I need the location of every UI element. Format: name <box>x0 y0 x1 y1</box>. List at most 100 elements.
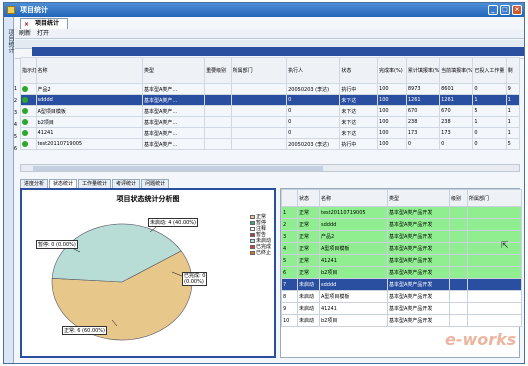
table-row[interactable]: A型项目模板 基本型A类产… 0 未下达 100 670 670 5 1 <box>20 105 521 117</box>
table-header-row: 指示灯 名称 类型 重要级别 所属部门 执行人 状态 完成率(%) 累计填报率(… <box>20 57 521 84</box>
tab-project-stats[interactable]: × 项目统计 <box>20 18 69 29</box>
table-row[interactable]: 6 正常 b2项目 基本型A类产品开发 <box>281 266 522 279</box>
cell-rest: 1 <box>505 127 521 139</box>
sidebar: 项目统计 <box>4 17 15 363</box>
col-header[interactable]: 所属部门 <box>467 189 522 207</box>
col-header[interactable]: 执行人 <box>286 57 341 84</box>
table-row[interactable]: 1 正常 test20110719005 基本型A类产品开发 <box>281 206 522 219</box>
minimize-button[interactable]: _ <box>488 5 498 15</box>
cell-status: 正常 <box>297 230 320 243</box>
cell-level <box>449 278 468 291</box>
mouse-cursor-icon: ⇱ <box>501 241 509 251</box>
cell-name: b2项目 <box>319 266 388 279</box>
table-row[interactable]: 9 未启动 41241 基本型A类产品开发 <box>281 302 522 315</box>
col-header[interactable]: 重要级别 <box>204 57 232 84</box>
cell-executor: 0 <box>286 105 341 117</box>
row-number: 3 <box>13 110 18 116</box>
refresh-button[interactable]: 刷新 <box>19 30 31 37</box>
status-light-icon <box>22 107 28 114</box>
legend-swatch <box>250 250 255 255</box>
maximize-button[interactable]: □ <box>500 5 510 15</box>
table-row[interactable]: 10 未启动 b2项目 基本型A类产品开发 <box>281 314 522 327</box>
row-number: 4 <box>13 122 18 128</box>
cell-status: 正常 <box>297 266 320 279</box>
cell-status: 执行中 <box>339 83 379 95</box>
legend-label: 已终止 <box>256 250 272 256</box>
table-row[interactable]: sdddd 基本型A类产… 0 未下达 100 1261 1261 1 1 <box>20 94 521 106</box>
col-header[interactable]: 所属部门 <box>230 57 288 84</box>
cell-type: 基本型A类产品开发 <box>387 218 450 231</box>
cell-invest: 5 <box>472 105 507 117</box>
tab-progress[interactable]: 进度分析 <box>20 179 49 188</box>
scrollbar-thumb[interactable] <box>33 166 323 171</box>
cell-status: 未下达 <box>339 116 379 128</box>
table-row[interactable]: 3 正常 产品2 基本型A类产品开发 <box>281 230 522 243</box>
cell-rest: 5 <box>505 138 521 150</box>
cell-status: 未下达 <box>339 127 379 139</box>
cell-complete: 100 <box>377 116 407 128</box>
table-row[interactable]: 7 未启动 sdddd 基本型A类产品开发 <box>281 278 522 291</box>
cell-cum: 0 <box>405 138 441 150</box>
open-button[interactable]: 打开 <box>37 30 49 37</box>
cell-executor: 0 <box>286 94 341 106</box>
cell-invest: 1 <box>472 116 507 128</box>
cell-num: 10 <box>281 314 298 327</box>
tab-evaluation[interactable]: 考评统计 <box>112 179 141 188</box>
col-header[interactable]: 剩 <box>505 57 521 84</box>
cell-level <box>449 314 468 327</box>
label-done: 已完成: 0 (0.00%) <box>182 272 208 286</box>
close-button[interactable]: × <box>512 5 522 15</box>
cell-name: b2项目 <box>319 314 388 327</box>
table-row[interactable]: 8 未启动 A型项目模板 基本型A类产品开发 <box>281 290 522 303</box>
col-header[interactable]: 当前填报率(%) <box>439 57 474 84</box>
table-row[interactable]: test20110719005 基本型A类产… 20050203 (李达) 执行中 10… <box>20 138 521 150</box>
tab-issues[interactable]: 问题统计 <box>141 179 170 188</box>
col-header[interactable]: 类型 <box>387 189 450 207</box>
label-paused: 暂停: 0 (0.00%) <box>36 240 78 249</box>
cell-num: 2 <box>281 218 298 231</box>
col-header[interactable]: 名称 <box>319 189 388 207</box>
col-header[interactable]: 累计填报率(%) <box>405 57 441 84</box>
cell-name: A型项目模板 <box>319 242 388 255</box>
sidebar-label[interactable]: 项目统计 <box>6 29 15 53</box>
cell-executor: 0 <box>286 127 341 139</box>
cell-num: 6 <box>281 266 298 279</box>
cell-dept <box>467 242 522 255</box>
table-row[interactable]: 41241 基本型A类产… 0 未下达 100 173 173 0 1 <box>20 127 521 139</box>
cell-type: 基本型A类产… <box>141 94 206 106</box>
row-number: 5 <box>13 134 18 140</box>
table-row[interactable]: 2 正常 sdddd 基本型A类产品开发 <box>281 218 522 231</box>
horizontal-scrollbar[interactable] <box>20 164 520 172</box>
table-row[interactable]: 5 正常 41241 基本型A类产品开发 <box>281 254 522 267</box>
tab-label: 项目统计 <box>35 20 60 27</box>
cell-level <box>204 116 232 128</box>
col-header[interactable]: 名称 <box>35 57 143 84</box>
cell-level <box>449 206 468 219</box>
tab-workload[interactable]: 工作量统计 <box>78 179 112 188</box>
col-header[interactable]: 完成率(%) <box>377 57 407 84</box>
table-row[interactable]: 产品2 基本型A类产… 20050203 (李达) 执行中 100 8973 8601 0 9 <box>20 83 521 95</box>
col-header[interactable]: 已投入工作量 <box>472 57 507 84</box>
col-header[interactable]: 状态 <box>297 189 320 207</box>
cell-status: 未启动 <box>297 302 320 315</box>
label-not-started: 未启动: 4 (40.00%) <box>148 218 199 227</box>
cell-name: test20110719005 <box>319 206 388 219</box>
col-header[interactable]: 级别 <box>449 189 468 207</box>
cell-name: 产品2 <box>319 230 388 243</box>
table-row[interactable]: b2项目 基本型A类产… 0 未下达 100 238 238 1 1 <box>20 116 521 128</box>
toolbar: 刷新 打开 <box>15 29 524 39</box>
cell-level <box>204 138 232 150</box>
legend-swatch <box>250 226 255 231</box>
window-title: 项目统计 <box>20 6 48 14</box>
cell-type: 基本型A类产… <box>141 127 206 139</box>
col-header[interactable]: 类型 <box>141 57 206 84</box>
tab-status[interactable]: 状态统计 <box>49 179 78 188</box>
cell-num: 4 <box>281 242 298 255</box>
col-header[interactable]: 指示灯 <box>20 57 37 84</box>
cell-num: 8 <box>281 290 298 303</box>
table-row[interactable]: 4 正常 A型项目模板 基本型A类产品开发 <box>281 242 522 255</box>
cell-type: 基本型A类产品开发 <box>387 314 450 327</box>
cell-num: 3 <box>281 230 298 243</box>
cell-dept <box>467 266 522 279</box>
col-header[interactable]: 状态 <box>339 57 379 84</box>
